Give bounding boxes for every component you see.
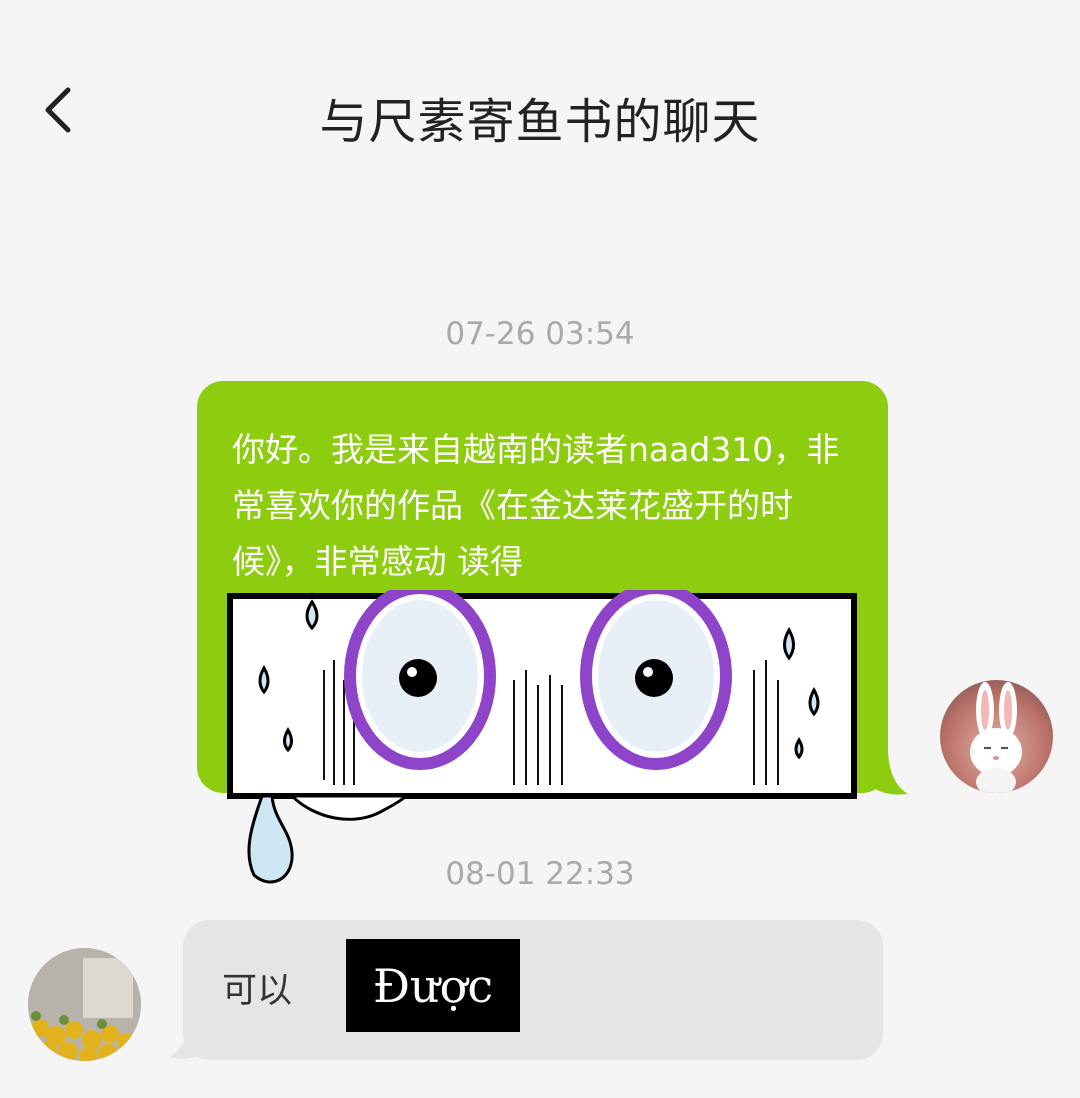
message-timestamp: 07-26 03:54 — [445, 316, 635, 352]
message-text: 可以 — [222, 971, 293, 1011]
fruit-photo-icon — [28, 948, 141, 1061]
crying-eyes-sticker — [227, 590, 857, 884]
bubble-tail — [870, 748, 908, 795]
message-text: 你好。我是来自越南的读者naad310，非常喜欢你的作品《在金达莱花盛开的时候》… — [232, 430, 840, 581]
my-avatar[interactable] — [940, 680, 1053, 793]
chat-header: 与尺素寄鱼书的聊天 — [0, 0, 1080, 220]
page-title: 与尺素寄鱼书的聊天 — [319, 94, 761, 150]
translation-overlay: Được — [346, 939, 520, 1032]
message-timestamp: 08-01 22:33 — [445, 856, 635, 892]
bubble-tail — [170, 1015, 208, 1059]
bunny-avatar-icon — [970, 682, 1022, 793]
contact-avatar[interactable] — [28, 948, 141, 1061]
